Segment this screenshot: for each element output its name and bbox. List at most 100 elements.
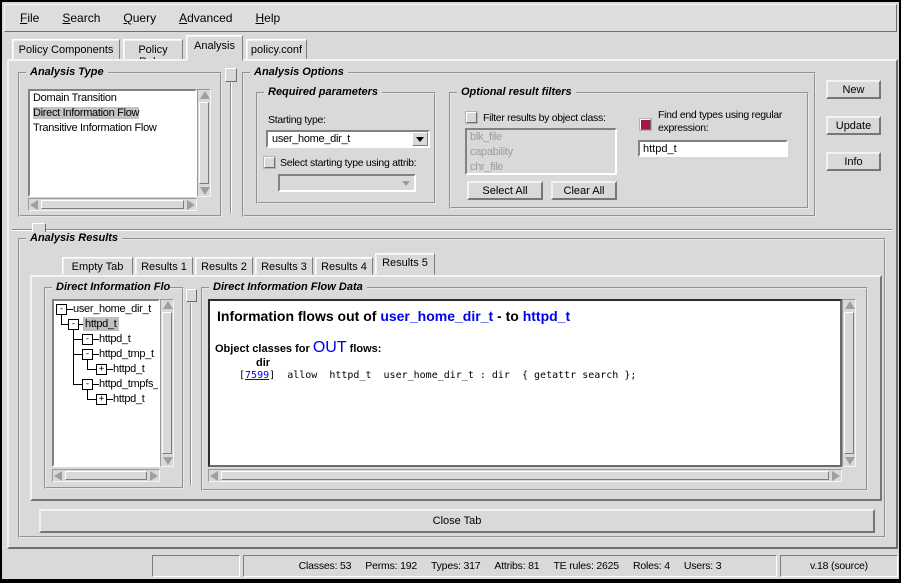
scroll-left-icon[interactable] xyxy=(30,200,38,210)
analysis-type-hscrollbar[interactable] xyxy=(28,198,197,211)
analysis-page: Analysis Type Domain Transition Direct I… xyxy=(7,59,898,549)
tab-analysis[interactable]: Analysis xyxy=(186,35,243,61)
collapse-icon[interactable]: - xyxy=(82,349,93,360)
tab-policy-rules[interactable]: Policy Rules xyxy=(123,39,183,60)
source-type: user_home_dir_t xyxy=(380,308,493,324)
sash-handle[interactable] xyxy=(186,289,197,302)
expand-icon[interactable]: + xyxy=(96,364,107,375)
analysis-results-group: Analysis Results Empty Tab Results 1 Res… xyxy=(18,238,886,538)
expand-icon[interactable]: + xyxy=(96,394,107,405)
scroll-right-icon[interactable] xyxy=(150,471,158,481)
clear-all-button[interactable]: Clear All xyxy=(551,181,617,200)
scroll-right-icon[interactable] xyxy=(832,471,840,481)
collapse-icon[interactable]: - xyxy=(56,304,67,315)
collapse-icon[interactable]: - xyxy=(68,319,79,330)
tree-node[interactable]: user_home_dir_t xyxy=(71,302,153,316)
stat-roles: Roles: 4 xyxy=(633,560,670,572)
collapse-icon[interactable]: - xyxy=(82,379,93,390)
starting-type-label: Starting type: xyxy=(268,114,326,126)
scrollbar-thumb[interactable] xyxy=(221,471,829,480)
optional-filters-title: Optional result filters xyxy=(457,86,576,98)
results-page: Direct Information Flow T xyxy=(30,275,882,501)
scroll-left-icon[interactable] xyxy=(210,471,218,481)
stat-attribs: Attribs: 81 xyxy=(494,560,539,572)
scroll-up-icon[interactable] xyxy=(200,91,210,99)
scrollbar-thumb[interactable] xyxy=(65,471,147,480)
tree-node[interactable]: httpd_t xyxy=(83,317,119,331)
tree-node[interactable]: httpd_tmp_t xyxy=(97,347,156,361)
list-item[interactable]: Domain Transition xyxy=(30,91,195,106)
object-class-name: dir xyxy=(256,357,270,369)
select-all-button[interactable]: Select All xyxy=(467,181,543,200)
attrib-checkbox-label: Select starting type using attrib: xyxy=(280,157,416,169)
data-vscrollbar[interactable] xyxy=(842,299,856,467)
collapse-icon[interactable]: - xyxy=(82,334,93,345)
tree-connector xyxy=(73,354,82,355)
list-item[interactable]: Transitive Information Flow xyxy=(30,121,195,136)
flow-tree-title: Direct Information Flow T xyxy=(52,281,170,293)
attrib-combobox xyxy=(278,174,416,192)
pane-divider xyxy=(12,229,892,231)
scroll-down-icon[interactable] xyxy=(845,457,855,465)
tree-node[interactable]: httpd_t xyxy=(97,332,133,346)
scrollbar-thumb[interactable] xyxy=(41,200,184,209)
tab-results-3[interactable]: Results 3 xyxy=(255,257,313,275)
flow-direction: OUT xyxy=(313,339,347,356)
scroll-right-icon[interactable] xyxy=(187,200,195,210)
stat-types: Types: 317 xyxy=(431,560,480,572)
stat-te-rules: TE rules: 2625 xyxy=(553,560,619,572)
list-item: capability xyxy=(467,145,615,160)
list-item: blk_file xyxy=(467,130,615,145)
attrib-checkbox[interactable] xyxy=(264,157,275,168)
analysis-type-vscrollbar[interactable] xyxy=(197,89,211,197)
scrollbar-thumb[interactable] xyxy=(199,102,209,184)
status-stats-box: Classes: 53 Perms: 192 Types: 317 Attrib… xyxy=(243,555,777,577)
rule-number-link[interactable]: 7599 xyxy=(245,370,269,381)
menu-query[interactable]: Query xyxy=(116,8,163,28)
analysis-type-list[interactable]: Domain Transition Direct Information Flo… xyxy=(28,89,197,197)
menu-help[interactable]: Help xyxy=(248,8,287,28)
menu-file[interactable]: File xyxy=(13,8,46,28)
close-tab-button[interactable]: Close Tab xyxy=(39,509,875,533)
scroll-down-icon[interactable] xyxy=(200,187,210,195)
flow-data-group: Direct Information Flow Data Information… xyxy=(201,287,868,491)
dropdown-arrow-icon[interactable] xyxy=(412,132,428,146)
flow-headline: Information flows out of user_home_dir_t… xyxy=(217,308,570,324)
tree-node[interactable]: httpd_t xyxy=(111,362,147,376)
menu-advanced[interactable]: Advanced xyxy=(172,8,239,28)
tab-empty-tab[interactable]: Empty Tab xyxy=(62,257,133,275)
tab-policy-components[interactable]: Policy Components xyxy=(12,39,120,60)
tree-connector xyxy=(73,384,82,385)
object-class-checkbox[interactable] xyxy=(466,112,477,123)
tab-policy-conf[interactable]: policy.conf xyxy=(246,39,307,60)
scroll-left-icon[interactable] xyxy=(54,471,62,481)
menu-search[interactable]: Search xyxy=(55,8,107,28)
tab-results-4[interactable]: Results 4 xyxy=(315,257,373,275)
regex-checkbox[interactable] xyxy=(640,119,651,130)
scroll-up-icon[interactable] xyxy=(845,301,855,309)
sash-handle[interactable] xyxy=(225,68,237,82)
tree-node[interactable]: httpd_t xyxy=(111,392,147,406)
scrollbar-thumb[interactable] xyxy=(162,312,172,454)
te-rule: [7599] allow httpd_t user_home_dir_t : d… xyxy=(239,370,636,381)
tab-results-2[interactable]: Results 2 xyxy=(195,257,253,275)
list-item[interactable]: Direct Information Flow xyxy=(30,106,195,121)
starting-type-combobox[interactable]: user_home_dir_t xyxy=(266,130,430,148)
regex-checkbox-label: Find end types using regular expression: xyxy=(658,109,800,135)
tree-hscrollbar[interactable] xyxy=(52,469,160,482)
data-hscrollbar[interactable] xyxy=(208,469,842,482)
tab-results-5[interactable]: Results 5 xyxy=(375,253,435,275)
flow-data-textarea[interactable]: Information flows out of user_home_dir_t… xyxy=(208,299,842,467)
tree-vscrollbar[interactable] xyxy=(160,299,174,467)
flow-tree[interactable]: - user_home_dir_t - httpd_t - httpd_t - … xyxy=(52,299,160,467)
regex-input[interactable] xyxy=(638,140,788,157)
tree-node[interactable]: httpd_tmpfs_t xyxy=(97,377,160,391)
update-button[interactable]: Update xyxy=(826,116,881,135)
scroll-up-icon[interactable] xyxy=(163,301,173,309)
scroll-down-icon[interactable] xyxy=(163,457,173,465)
info-button[interactable]: Info xyxy=(826,152,881,171)
list-item: chr_file xyxy=(467,160,615,175)
new-button[interactable]: New xyxy=(826,80,881,99)
scrollbar-thumb[interactable] xyxy=(844,312,854,454)
tab-results-1[interactable]: Results 1 xyxy=(135,257,193,275)
